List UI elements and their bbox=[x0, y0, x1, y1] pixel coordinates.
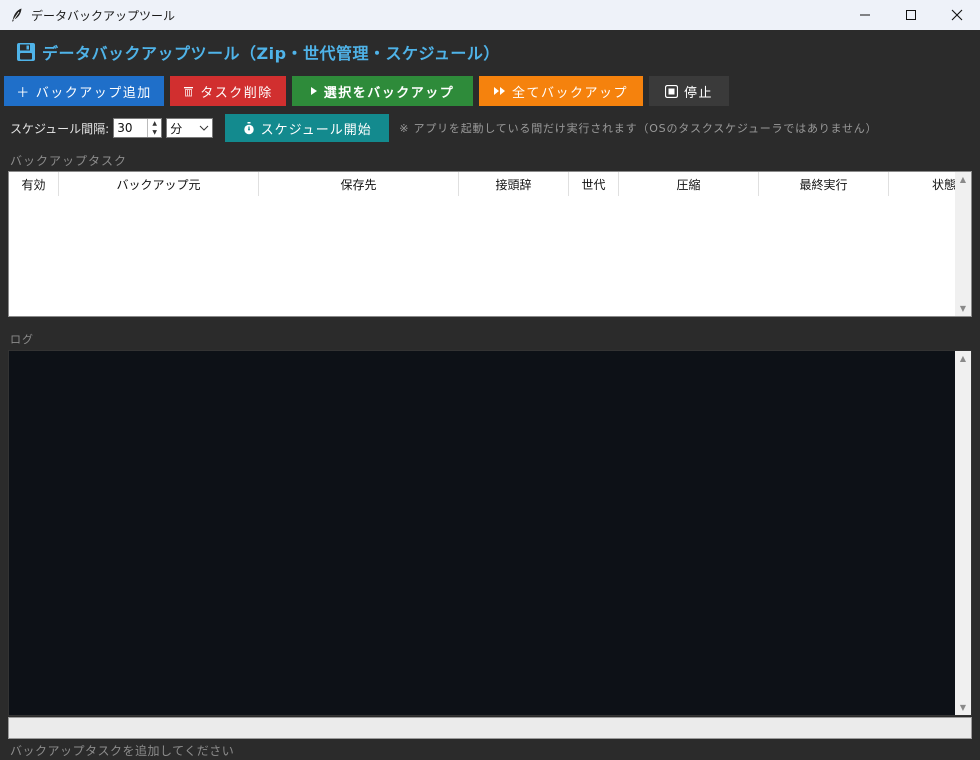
stop-button[interactable]: 停止 bbox=[649, 76, 729, 106]
log-output[interactable]: ▲ ▼ bbox=[8, 350, 972, 716]
stop-label: 停止 bbox=[683, 84, 713, 100]
chevron-down-icon bbox=[199, 125, 209, 131]
trash-icon bbox=[184, 87, 194, 97]
scroll-up-icon[interactable]: ▲ bbox=[960, 172, 966, 187]
backup-all-label: 全てバックアップ bbox=[511, 84, 628, 100]
task-table-scrollbar[interactable]: ▲ ▼ bbox=[955, 172, 971, 316]
spin-up-icon[interactable]: ▲ bbox=[148, 119, 161, 128]
add-backup-label: ＋ バックアップ追加 bbox=[16, 84, 152, 100]
column-header-enabled[interactable]: 有効 bbox=[9, 172, 59, 196]
task-table[interactable]: 有効 バックアップ元 保存先 接頭辞 世代 圧縮 最終実行 状態 ▲ ▼ bbox=[8, 171, 972, 317]
scroll-down-icon[interactable]: ▼ bbox=[960, 301, 966, 316]
log-section-label: ログ bbox=[10, 333, 34, 346]
scroll-up-icon[interactable]: ▲ bbox=[960, 351, 966, 366]
feather-icon bbox=[12, 8, 22, 22]
column-header-compression[interactable]: 圧縮 bbox=[619, 172, 759, 196]
task-table-header: 有効 バックアップ元 保存先 接頭辞 世代 圧縮 最終実行 状態 bbox=[9, 172, 971, 196]
backup-all-button[interactable]: 全てバックアップ bbox=[479, 76, 643, 106]
window-title: データバックアップツール bbox=[31, 8, 176, 23]
minimize-button[interactable] bbox=[842, 0, 888, 30]
page-title: データバックアップツール（Zip・世代管理・スケジュール） bbox=[42, 44, 500, 63]
log-scrollbar[interactable]: ▲ ▼ bbox=[955, 351, 971, 715]
column-header-prefix[interactable]: 接頭辞 bbox=[459, 172, 569, 196]
floppy-disk-icon bbox=[17, 43, 35, 61]
window-titlebar: データバックアップツール bbox=[0, 0, 980, 30]
delete-task-label: タスク削除 bbox=[200, 84, 273, 100]
close-button[interactable] bbox=[934, 0, 980, 30]
delete-task-button[interactable]: タスク削除 bbox=[170, 76, 286, 106]
stop-icon bbox=[664, 84, 678, 98]
maximize-icon bbox=[906, 10, 916, 20]
column-header-status[interactable]: 状態 bbox=[889, 172, 957, 196]
column-header-source[interactable]: バックアップ元 bbox=[59, 172, 259, 196]
interval-unit-value: 分 bbox=[170, 121, 183, 136]
task-section-label: バックアップタスク bbox=[10, 154, 128, 168]
app-header: データバックアップツール（Zip・世代管理・スケジュール） bbox=[0, 30, 980, 74]
minimize-icon bbox=[860, 14, 870, 16]
spin-down-icon[interactable]: ▼ bbox=[148, 128, 161, 137]
main-toolbar: ＋ バックアップ追加 タスク削除 選択をバックアップ 全てバックアップ 停止 bbox=[4, 76, 729, 106]
backup-selected-button[interactable]: 選択をバックアップ bbox=[292, 76, 473, 106]
interval-spinbox[interactable]: ▲ ▼ bbox=[113, 118, 163, 138]
column-header-last-run[interactable]: 最終実行 bbox=[759, 172, 889, 196]
add-backup-button[interactable]: ＋ バックアップ追加 bbox=[4, 76, 164, 106]
status-text: バックアップタスクを追加してください bbox=[10, 744, 235, 758]
close-icon bbox=[951, 9, 963, 21]
play-icon bbox=[310, 87, 317, 95]
schedule-row: スケジュール間隔: ▲ ▼ 分 スケジュール開始 ※ アプリを起動している間だけ… bbox=[10, 114, 877, 142]
schedule-interval-label: スケジュール間隔: bbox=[10, 121, 110, 136]
interval-input[interactable] bbox=[114, 121, 145, 135]
maximize-button[interactable] bbox=[888, 0, 934, 30]
column-header-destination[interactable]: 保存先 bbox=[259, 172, 459, 196]
stopwatch-icon bbox=[243, 121, 254, 134]
scroll-down-icon[interactable]: ▼ bbox=[960, 700, 966, 715]
fast-forward-icon bbox=[493, 87, 505, 95]
schedule-start-button[interactable]: スケジュール開始 bbox=[225, 114, 390, 142]
schedule-start-label: スケジュール開始 bbox=[260, 121, 372, 137]
backup-selected-label: 選択をバックアップ bbox=[323, 84, 455, 100]
progress-bar bbox=[8, 717, 972, 739]
interval-unit-select[interactable]: 分 bbox=[166, 118, 214, 138]
column-header-generations[interactable]: 世代 bbox=[569, 172, 619, 196]
schedule-note: ※ アプリを起動している間だけ実行されます（OSのタスクスケジューラではありませ… bbox=[399, 122, 878, 135]
